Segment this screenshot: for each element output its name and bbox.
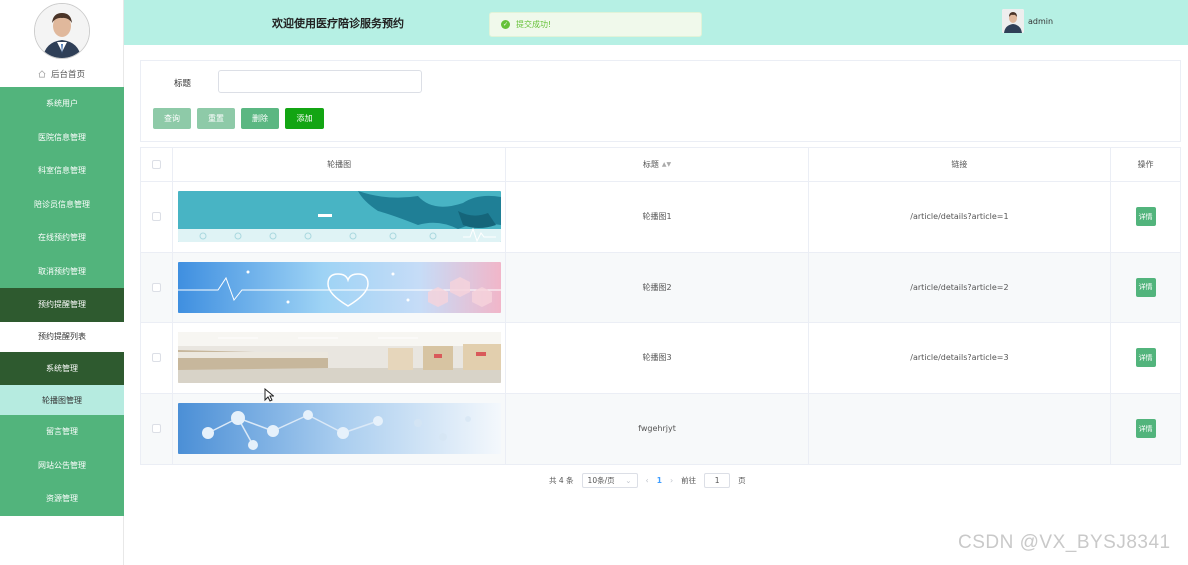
sidebar-item-cancel[interactable]: 取消预约管理 [0, 254, 124, 288]
carousel-image [177, 191, 501, 243]
table-row: 轮播图2 /article/details?article=2 详情 [141, 252, 1180, 323]
search-panel: 标题 查询 重置 删除 添加 [140, 60, 1181, 142]
row-checkbox[interactable] [151, 424, 161, 434]
user-avatar-small [1002, 9, 1024, 33]
sidebar-item-messages[interactable]: 留言管理 [0, 415, 124, 449]
row-link: /article/details?article=1 [809, 182, 1112, 252]
col-header-action: 操作 [1137, 160, 1154, 169]
sidebar-item-reminder[interactable]: 预约提醒管理 [0, 288, 124, 322]
row-title: 轮播图1 [506, 182, 809, 252]
carousel-table: 轮播图 标题 ▲▼ 链接 操作 轮播图1 /article/details?ar… [140, 147, 1181, 465]
table-row: 轮播图3 /article/details?article=3 详情 [141, 323, 1180, 394]
table-header: 轮播图 标题 ▲▼ 链接 操作 [141, 148, 1180, 182]
row-title: 轮播图3 [506, 323, 809, 393]
sidebar-home-label: 后台首页 [50, 70, 85, 80]
sidebar: 后台首页 系统用户 医院信息管理 科室信息管理 陪诊员信息管理 在线预约管理 取… [0, 0, 124, 565]
page-number-current[interactable]: 1 [657, 476, 662, 485]
mouse-cursor-icon [264, 387, 275, 405]
sidebar-item-resources[interactable]: 资源管理 [0, 482, 124, 516]
prev-page-icon[interactable]: ‹ [646, 476, 649, 485]
toast-message: 提交成功! [516, 20, 552, 29]
top-header: 欢迎使用医疗陪诊服务预约 ✓ 提交成功! admin [124, 0, 1188, 45]
row-checkbox[interactable] [151, 353, 161, 363]
sidebar-item-system[interactable]: 系统管理 [0, 351, 124, 385]
page-suffix: 页 [738, 476, 746, 485]
pagination: 共 4 条 10条/页 ⌄ ‹ 1 › 前往 1 页 [549, 473, 746, 488]
sidebar-home[interactable]: 后台首页 [0, 62, 123, 86]
sidebar-menu: 系统用户 医院信息管理 科室信息管理 陪诊员信息管理 在线预约管理 取消预约管理… [0, 87, 124, 516]
col-header-title[interactable]: 标题 ▲▼ [506, 148, 809, 181]
row-link: /article/details?article=2 [809, 252, 1112, 322]
success-toast: ✓ 提交成功! [489, 12, 702, 37]
sidebar-item-department[interactable]: 科室信息管理 [0, 154, 124, 188]
detail-button[interactable]: 详情 [1135, 348, 1156, 368]
sort-icon[interactable]: ▲▼ [662, 161, 671, 168]
person-icon [34, 4, 89, 58]
username: admin [1028, 16, 1054, 26]
page-size-select[interactable]: 10条/页 ⌄ [581, 473, 638, 488]
goto-label: 前往 [681, 476, 697, 485]
detail-button[interactable]: 详情 [1135, 207, 1156, 227]
row-checkbox[interactable] [151, 282, 161, 292]
row-title: fwgehrjyt [506, 393, 809, 464]
sidebar-item-notice[interactable]: 网站公告管理 [0, 448, 124, 482]
detail-button[interactable]: 详情 [1135, 277, 1156, 297]
table-row: 轮播图1 /article/details?article=1 详情 [141, 182, 1180, 253]
add-button[interactable]: 添加 [285, 108, 324, 129]
sidebar-subitem-reminder-list[interactable]: 预约提醒列表 [0, 321, 124, 352]
pagination-total: 共 4 条 [549, 476, 574, 485]
user-menu[interactable]: admin [1002, 9, 1053, 33]
title-search-input[interactable] [218, 70, 422, 93]
select-all-checkbox[interactable] [151, 160, 161, 169]
row-link: /article/details?article=3 [809, 323, 1112, 393]
page-title: 欢迎使用医疗陪诊服务预约 [272, 17, 404, 30]
sidebar-item-booking[interactable]: 在线预约管理 [0, 221, 124, 255]
next-page-icon[interactable]: › [670, 476, 673, 485]
user-avatar [33, 3, 90, 59]
table-row: fwgehrjyt 详情 [141, 393, 1180, 464]
row-checkbox[interactable] [151, 212, 161, 222]
query-button[interactable]: 查询 [153, 108, 191, 129]
delete-button[interactable]: 删除 [241, 108, 279, 129]
sidebar-subitem-carousel[interactable]: 轮播图管理 [0, 385, 124, 415]
check-circle-icon: ✓ [501, 20, 510, 29]
col-header-link: 链接 [809, 148, 1112, 181]
col-header-image: 轮播图 [173, 148, 507, 181]
detail-button[interactable]: 详情 [1135, 419, 1156, 439]
goto-page-input[interactable]: 1 [704, 473, 731, 488]
carousel-image [177, 332, 501, 384]
row-link [809, 393, 1112, 464]
carousel-image [177, 403, 501, 455]
search-label: 标题 [174, 79, 192, 89]
carousel-image [177, 261, 501, 313]
home-icon [38, 70, 46, 78]
action-buttons: 查询 重置 删除 添加 [153, 108, 324, 129]
sidebar-item-system-users[interactable]: 系统用户 [0, 87, 124, 121]
person-icon [1002, 9, 1024, 33]
row-title: 轮播图2 [506, 252, 809, 322]
watermark: CSDN @VX_BYSJ8341 [958, 532, 1171, 553]
reset-button[interactable]: 重置 [197, 108, 235, 129]
sidebar-item-escort[interactable]: 陪诊员信息管理 [0, 187, 124, 221]
chevron-down-icon: ⌄ [625, 476, 632, 485]
sidebar-item-hospital[interactable]: 医院信息管理 [0, 120, 124, 154]
